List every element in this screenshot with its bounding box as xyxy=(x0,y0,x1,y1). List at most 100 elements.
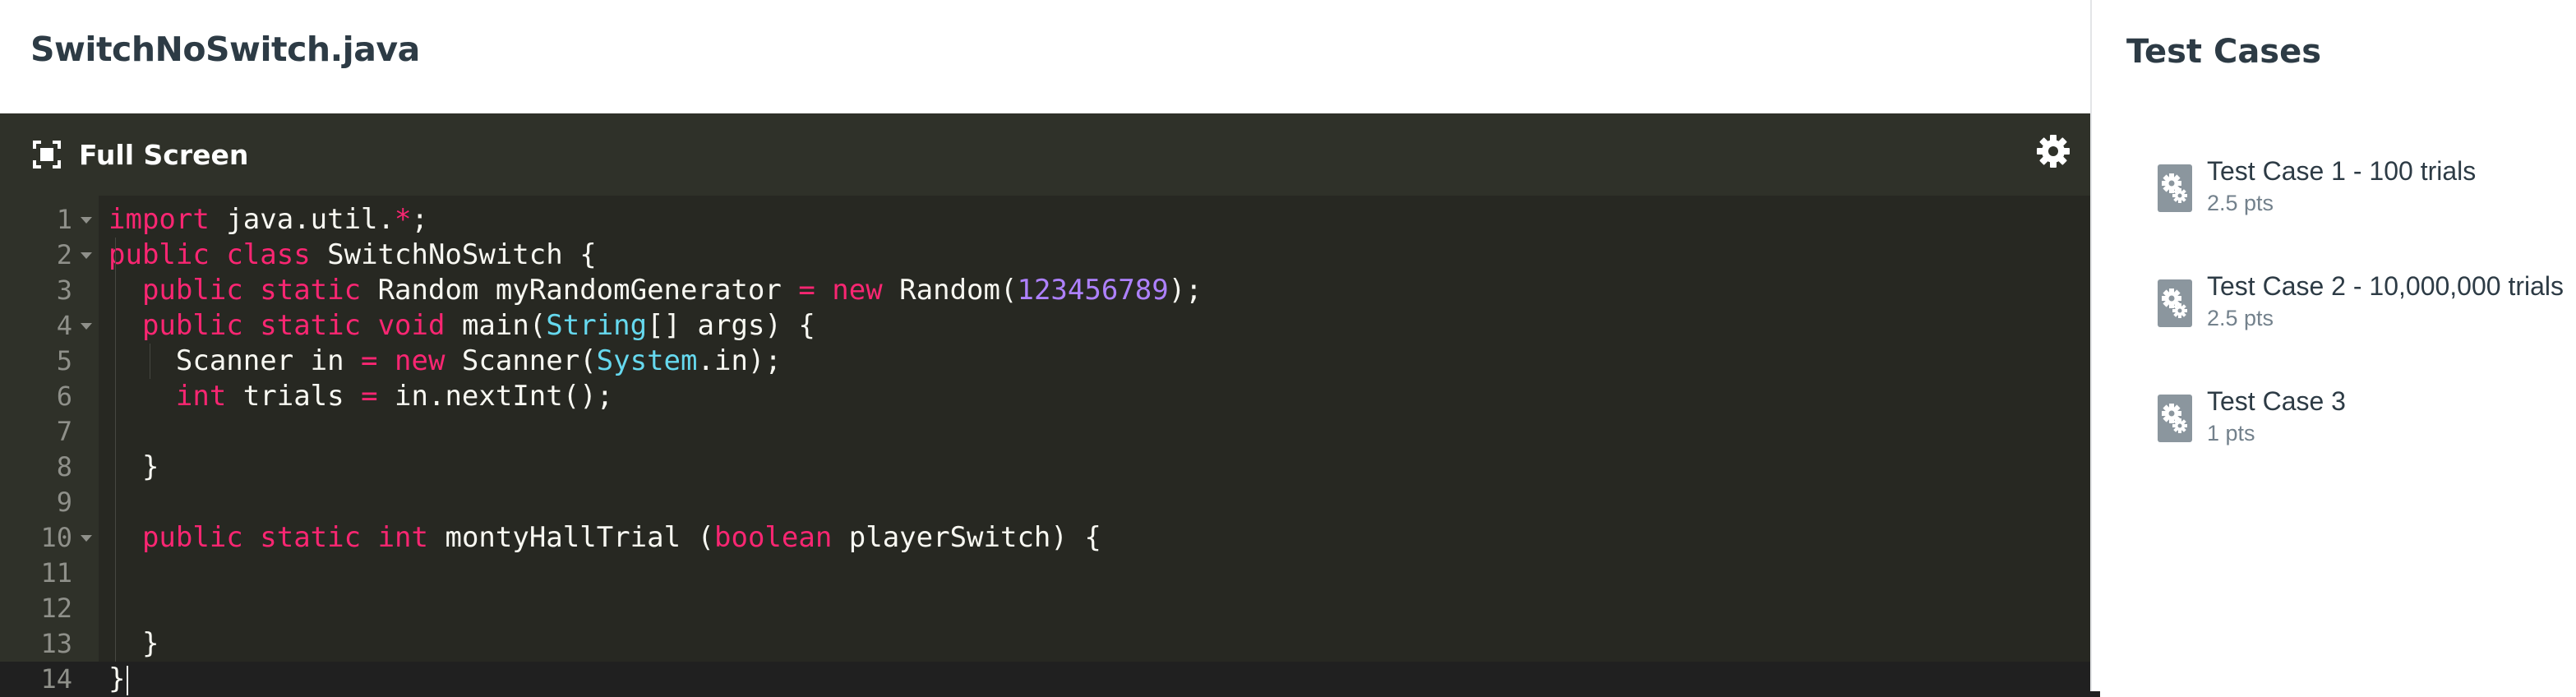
code-token: SwitchNoSwitch { xyxy=(310,238,597,271)
line-number: 11 xyxy=(0,556,99,591)
code-token: playerSwitch) { xyxy=(832,521,1101,554)
code-line[interactable]: } xyxy=(99,662,2100,697)
code-area[interactable]: import java.util.*; public class SwitchNo… xyxy=(99,196,2100,697)
line-number-text: 5 xyxy=(56,345,72,376)
line-number: 10 xyxy=(0,520,99,556)
test-case-item[interactable]: Test Case 2 - 10,000,000 trials 2.5 pts xyxy=(2158,271,2576,345)
test-case-name: Test Case 3 xyxy=(2207,386,2346,416)
code-line[interactable]: import java.util.*; xyxy=(99,202,2100,238)
full-screen-button[interactable]: Full Screen xyxy=(33,135,248,174)
code-token: int xyxy=(377,521,428,554)
code-token: .in); xyxy=(697,344,782,377)
fold-arrow-icon[interactable] xyxy=(81,252,92,259)
code-token: new xyxy=(395,344,445,377)
fold-arrow-icon[interactable] xyxy=(81,323,92,330)
line-number: 7 xyxy=(0,414,99,450)
code-token: class xyxy=(226,238,311,271)
text-cursor xyxy=(127,665,129,695)
code-line[interactable]: public static void main(String[] args) { xyxy=(99,308,2100,344)
code-line[interactable]: int trials = in.nextInt(); xyxy=(99,379,2100,414)
test-case-item[interactable]: Test Case 3 1 pts xyxy=(2158,386,2576,460)
line-number-gutter[interactable]: 1 2 3 4 5 6 7 8 9 10 11 12 13 14 xyxy=(0,196,99,697)
gears-icon xyxy=(2158,395,2192,442)
code-token: } xyxy=(108,662,126,695)
line-number: 8 xyxy=(0,450,99,485)
code-token: = xyxy=(361,344,378,377)
line-number: 12 xyxy=(0,591,99,626)
line-number-text: 2 xyxy=(56,239,72,270)
code-token: = xyxy=(798,274,815,307)
code-token: System xyxy=(596,344,698,377)
editor-settings-button[interactable] xyxy=(2035,133,2071,169)
test-case-item[interactable]: Test Case 1 - 100 trials 2.5 pts xyxy=(2158,156,2576,230)
code-token: Random myRandomGenerator xyxy=(361,274,799,307)
fullscreen-icon xyxy=(33,141,61,168)
code-token: public xyxy=(141,521,243,554)
line-number: 3 xyxy=(0,273,99,308)
line-number-text: 6 xyxy=(56,381,72,412)
line-number-text: 8 xyxy=(56,451,72,482)
line-number-text: 1 xyxy=(56,204,72,235)
code-token: trials xyxy=(226,380,362,413)
code-token: main( xyxy=(445,309,547,342)
line-number-text: 14 xyxy=(40,663,72,695)
test-case-name: Test Case 2 - 10,000,000 trials xyxy=(2207,271,2564,301)
code-line[interactable] xyxy=(99,414,2100,450)
editor-toolbar: Full Screen xyxy=(0,113,2090,196)
code-token: static xyxy=(260,309,362,342)
code-line[interactable]: Scanner in = new Scanner(System.in); xyxy=(99,344,2100,379)
code-token: new xyxy=(832,274,883,307)
line-number: 2 xyxy=(0,238,99,273)
code-token: int xyxy=(175,380,227,413)
code-token: public xyxy=(108,238,210,271)
code-token: ); xyxy=(1168,274,1203,307)
line-number-text: 13 xyxy=(40,628,72,659)
line-number: 4 xyxy=(0,308,99,344)
code-token: in.nextInt(); xyxy=(377,380,614,413)
line-number-text: 11 xyxy=(40,557,72,589)
fold-arrow-icon[interactable] xyxy=(81,217,92,224)
gears-icon xyxy=(2158,164,2192,212)
code-token: boolean xyxy=(714,521,833,554)
fold-arrow-icon[interactable] xyxy=(81,535,92,542)
code-token: public xyxy=(141,309,243,342)
line-number-text: 12 xyxy=(40,593,72,624)
test-case-points: 1 pts xyxy=(2207,421,2255,445)
test-case-points: 2.5 pts xyxy=(2207,191,2274,215)
line-number: 6 xyxy=(0,379,99,414)
code-line[interactable]: } xyxy=(99,450,2100,485)
code-line[interactable]: public class SwitchNoSwitch { xyxy=(99,238,2100,273)
code-token: Random( xyxy=(882,274,1018,307)
code-line[interactable]: } xyxy=(99,626,2100,662)
line-number: 5 xyxy=(0,344,99,379)
line-number-text: 7 xyxy=(56,416,72,447)
line-number-text: 10 xyxy=(40,522,72,553)
code-token: Scanner in xyxy=(108,344,362,377)
test-cases-panel: Test Cases Test Case 1 - 100 trials 2.5 p… xyxy=(2090,0,2576,691)
code-line[interactable]: public static Random myRandomGenerator =… xyxy=(99,273,2100,308)
code-token: static xyxy=(260,274,362,307)
code-token: = xyxy=(361,380,378,413)
line-number-text: 4 xyxy=(56,310,72,341)
code-token: [] args) { xyxy=(647,309,815,342)
code-line[interactable] xyxy=(99,591,2100,626)
code-token: void xyxy=(377,309,445,342)
indent-guide xyxy=(115,238,116,662)
code-token: * xyxy=(395,203,412,236)
line-number: 14 xyxy=(0,662,99,697)
code-line[interactable]: public static int montyHallTrial (boolea… xyxy=(99,520,2100,556)
code-editor[interactable]: Full Screen 1 2 3 4 5 6 7 8 9 10 11 12 1… xyxy=(0,113,2100,697)
code-line[interactable] xyxy=(99,485,2100,520)
code-token: montyHallTrial ( xyxy=(428,521,714,554)
code-line[interactable] xyxy=(99,556,2100,591)
